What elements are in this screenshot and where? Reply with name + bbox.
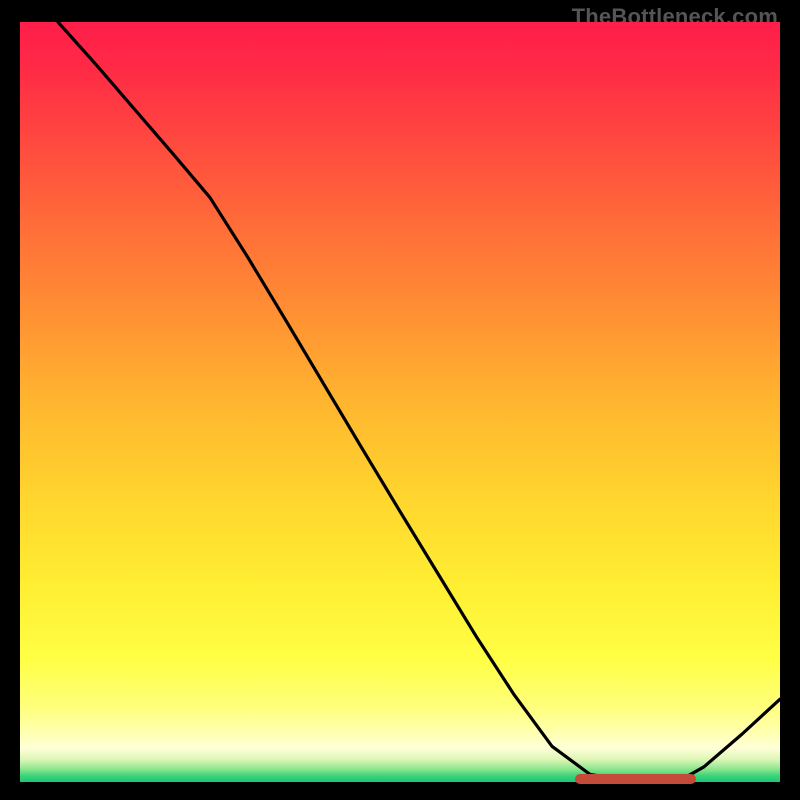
plot-area: [20, 22, 780, 782]
chart-frame: TheBottleneck.com: [0, 0, 800, 800]
heat-gradient: [20, 22, 780, 782]
optimal-range-marker: [575, 774, 697, 784]
